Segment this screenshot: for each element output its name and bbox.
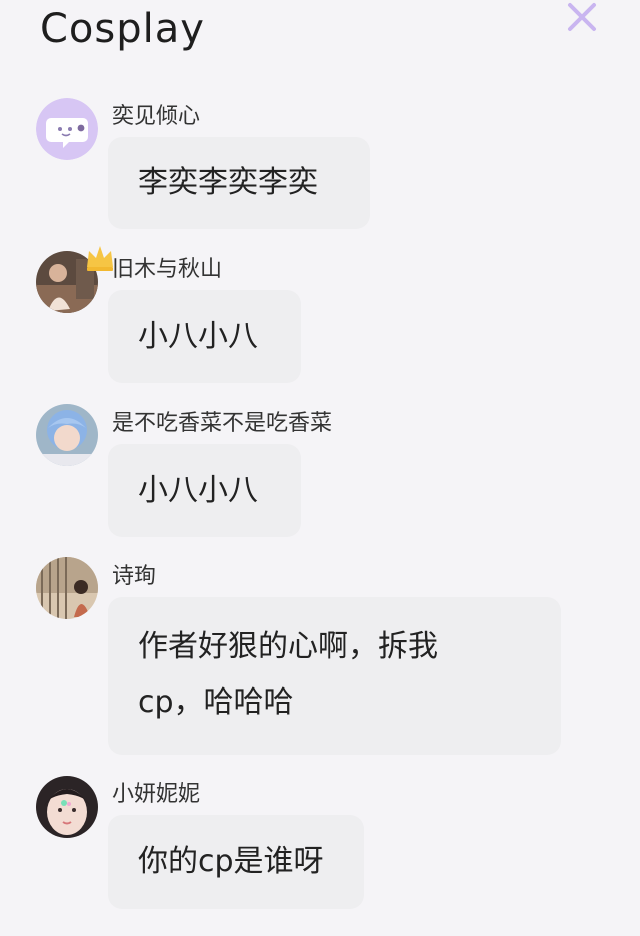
avatar[interactable] xyxy=(36,404,98,466)
message-bubble: 李奕李奕李奕 xyxy=(108,137,370,229)
photo-avatar-icon xyxy=(36,776,98,838)
message-text: 你的cp是谁呀 xyxy=(138,844,324,879)
message-text: 作者好狠的心啊，拆我 xyxy=(138,629,438,664)
chat-bubble-avatar-icon xyxy=(36,98,98,160)
page-title: Cosplay xyxy=(40,6,205,52)
avatar[interactable] xyxy=(36,776,98,838)
message-bubble: 你的cp是谁呀 xyxy=(108,815,364,909)
message-bubble: 小八小八 xyxy=(108,290,301,383)
message-text: 小八小八 xyxy=(138,319,258,354)
avatar[interactable] xyxy=(36,98,98,160)
message-text: 李奕李奕李奕 xyxy=(138,165,318,200)
close-button[interactable] xyxy=(562,0,602,36)
avatar[interactable] xyxy=(36,557,98,619)
photo-avatar-icon xyxy=(36,557,98,619)
message-bubble: 小八小八 xyxy=(108,444,301,537)
photo-avatar-icon xyxy=(36,404,98,466)
close-icon xyxy=(568,3,596,31)
username: 小妍妮妮 xyxy=(112,782,201,807)
username: 诗珣 xyxy=(112,564,157,589)
username: 是不吃香菜不是吃香菜 xyxy=(112,411,333,436)
message-text: 小八小八 xyxy=(138,473,258,508)
message-bubble: 作者好狠的心啊，拆我 cp，哈哈哈 xyxy=(108,597,561,755)
username: 旧木与秋山 xyxy=(112,257,223,282)
message-text: cp，哈哈哈 xyxy=(138,685,294,720)
username: 奕见倾心 xyxy=(112,104,201,129)
